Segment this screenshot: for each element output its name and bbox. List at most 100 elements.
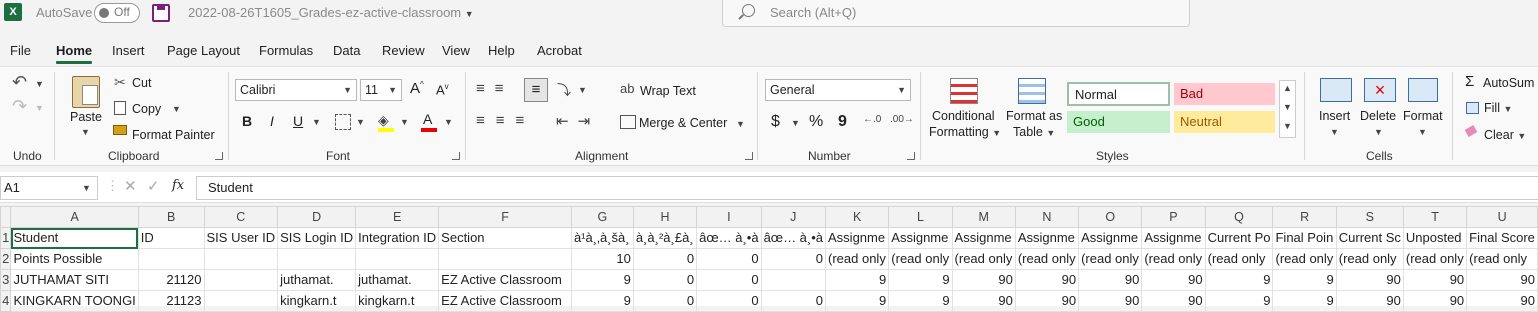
paste-button[interactable]: Paste bbox=[70, 110, 102, 124]
column-header-s[interactable]: S bbox=[1335, 206, 1404, 228]
cell[interactable]: Final Poin bbox=[1272, 227, 1337, 249]
column-header-b[interactable]: B bbox=[137, 206, 205, 228]
cell[interactable] bbox=[203, 269, 279, 291]
cell[interactable] bbox=[438, 248, 572, 270]
style-bad[interactable]: Bad bbox=[1174, 83, 1275, 105]
cell[interactable]: (read only bbox=[1272, 248, 1337, 270]
cell[interactable]: 0 bbox=[632, 290, 698, 312]
row-header[interactable]: 3 bbox=[0, 269, 12, 291]
cell[interactable]: 9 bbox=[570, 290, 634, 312]
cell[interactable]: 0 bbox=[632, 269, 698, 291]
cell[interactable]: JUTHAMAT SITI bbox=[10, 269, 139, 291]
font-size-select[interactable]: 11 ▼ bbox=[360, 79, 402, 101]
tab-page-layout[interactable]: Page Layout bbox=[167, 43, 240, 58]
cell[interactable]: 90 bbox=[1335, 290, 1404, 312]
cell[interactable]: 0 bbox=[696, 248, 762, 270]
cell[interactable]: Integration ID bbox=[355, 227, 440, 249]
save-icon[interactable] bbox=[152, 4, 170, 22]
tab-formulas[interactable]: Formulas bbox=[259, 43, 313, 58]
cell[interactable] bbox=[137, 248, 205, 270]
cell[interactable]: 90 bbox=[951, 269, 1016, 291]
cell[interactable]: à¸à¸²à¸£à¸ bbox=[632, 227, 698, 249]
cell[interactable]: 0 bbox=[696, 269, 762, 291]
cell[interactable]: (read only bbox=[1402, 248, 1468, 270]
cell[interactable]: 90 bbox=[1402, 269, 1468, 291]
cell[interactable]: kingkarn.t bbox=[277, 290, 357, 312]
column-header-n[interactable]: N bbox=[1014, 206, 1080, 228]
tab-view[interactable]: View bbox=[442, 43, 470, 58]
cell[interactable]: 10 bbox=[570, 248, 634, 270]
cell[interactable]: Student bbox=[10, 227, 139, 249]
chevron-up-icon[interactable]: ▲ bbox=[1283, 83, 1292, 93]
conditional-formatting-label2[interactable]: Formatting ▼ bbox=[929, 125, 1001, 139]
cell[interactable]: 90 bbox=[1141, 290, 1206, 312]
cell[interactable]: Unposted bbox=[1402, 227, 1468, 249]
cell[interactable]: 9 bbox=[1272, 290, 1337, 312]
fill-color-icon[interactable]: ◈ bbox=[378, 112, 389, 129]
font-color-dropdown-icon[interactable]: ▼ bbox=[444, 117, 453, 127]
tab-acrobat[interactable]: Acrobat bbox=[537, 43, 582, 58]
cell[interactable]: 9 bbox=[888, 269, 953, 291]
cell[interactable]: (read only bbox=[1204, 248, 1274, 270]
cell[interactable] bbox=[277, 248, 357, 270]
search-input[interactable]: Search (Alt+Q) bbox=[770, 5, 856, 20]
document-title[interactable]: 2022-08-26T1605_Grades-ez-active-classro… bbox=[188, 5, 474, 20]
cell[interactable]: Section bbox=[438, 227, 572, 249]
column-header-p[interactable]: P bbox=[1141, 206, 1206, 228]
cell[interactable]: 90 bbox=[1466, 290, 1538, 312]
cell[interactable]: Assignme bbox=[825, 227, 890, 249]
copy-dropdown-icon[interactable]: ▼ bbox=[172, 104, 181, 114]
chevron-down-icon[interactable]: ▼ bbox=[1418, 127, 1427, 137]
borders-icon[interactable] bbox=[335, 114, 351, 130]
underline-dropdown-icon[interactable]: ▼ bbox=[312, 117, 321, 127]
column-header-e[interactable]: E bbox=[355, 206, 440, 228]
cell[interactable]: 9 bbox=[1204, 290, 1274, 312]
cell[interactable]: Assignme bbox=[1014, 227, 1080, 249]
chevron-down-icon[interactable]: ▼ bbox=[1283, 102, 1292, 112]
paste-icon[interactable] bbox=[72, 76, 100, 108]
number-format-select[interactable]: General ▼ bbox=[765, 79, 911, 101]
name-box-dropdown-icon[interactable]: ▼ bbox=[82, 183, 91, 193]
cut-button[interactable]: Cut bbox=[132, 76, 151, 90]
paste-dropdown-icon[interactable]: ▼ bbox=[81, 127, 90, 137]
cell[interactable]: ID bbox=[137, 227, 205, 249]
font-name-select[interactable]: Calibri ▼ bbox=[235, 79, 357, 101]
cell[interactable]: SIS Login ID bbox=[277, 227, 357, 249]
format-painter-button[interactable]: Format Painter bbox=[132, 128, 215, 142]
cell[interactable]: Assignme bbox=[951, 227, 1016, 249]
cell[interactable]: Points Possible bbox=[10, 248, 139, 270]
decrease-decimal-icon[interactable]: .00→ bbox=[890, 114, 914, 125]
column-header-m[interactable]: M bbox=[951, 206, 1016, 228]
cancel-icon[interactable]: ✕ bbox=[124, 177, 137, 195]
cell[interactable]: Current Sc bbox=[1335, 227, 1404, 249]
cell[interactable]: 90 bbox=[1014, 269, 1080, 291]
redo-dropdown-icon[interactable]: ▼ bbox=[35, 103, 44, 113]
column-header-i[interactable]: I bbox=[696, 206, 762, 228]
row-header[interactable]: 1 bbox=[0, 227, 12, 249]
select-all-corner[interactable] bbox=[0, 206, 12, 228]
cell[interactable]: 90 bbox=[1141, 269, 1206, 291]
currency-button[interactable]: $ bbox=[771, 113, 780, 131]
cell[interactable]: Current Po bbox=[1204, 227, 1274, 249]
cell[interactable]: 0 bbox=[760, 290, 827, 312]
merge-center-button[interactable]: Merge & Center bbox=[639, 116, 727, 130]
autosum-button[interactable]: AutoSum bbox=[1483, 76, 1534, 90]
cell[interactable]: 9 bbox=[570, 269, 634, 291]
cell[interactable]: kingkarn.t bbox=[355, 290, 440, 312]
cell[interactable]: âœ… à¸•à bbox=[760, 227, 827, 249]
fill-button[interactable]: Fill ▼ bbox=[1484, 101, 1512, 115]
row-header[interactable]: 2 bbox=[0, 248, 12, 270]
cell[interactable]: (read only bbox=[951, 248, 1016, 270]
cell[interactable]: (read only bbox=[1014, 248, 1080, 270]
conditional-formatting-button[interactable]: Conditional bbox=[932, 109, 995, 123]
column-header-t[interactable]: T bbox=[1402, 206, 1468, 228]
column-header-f[interactable]: F bbox=[438, 206, 572, 228]
bottom-align-icon[interactable]: ≡ bbox=[524, 78, 548, 102]
cell[interactable]: 90 bbox=[951, 290, 1016, 312]
column-header-u[interactable]: U bbox=[1466, 206, 1538, 228]
indent-icons[interactable]: ⇤⇥ bbox=[556, 112, 599, 130]
cell[interactable]: âœ… à¸•à bbox=[696, 227, 762, 249]
merge-dropdown-icon[interactable]: ▼ bbox=[736, 119, 745, 129]
cell[interactable]: 0 bbox=[632, 248, 698, 270]
tab-help[interactable]: Help bbox=[488, 43, 515, 58]
